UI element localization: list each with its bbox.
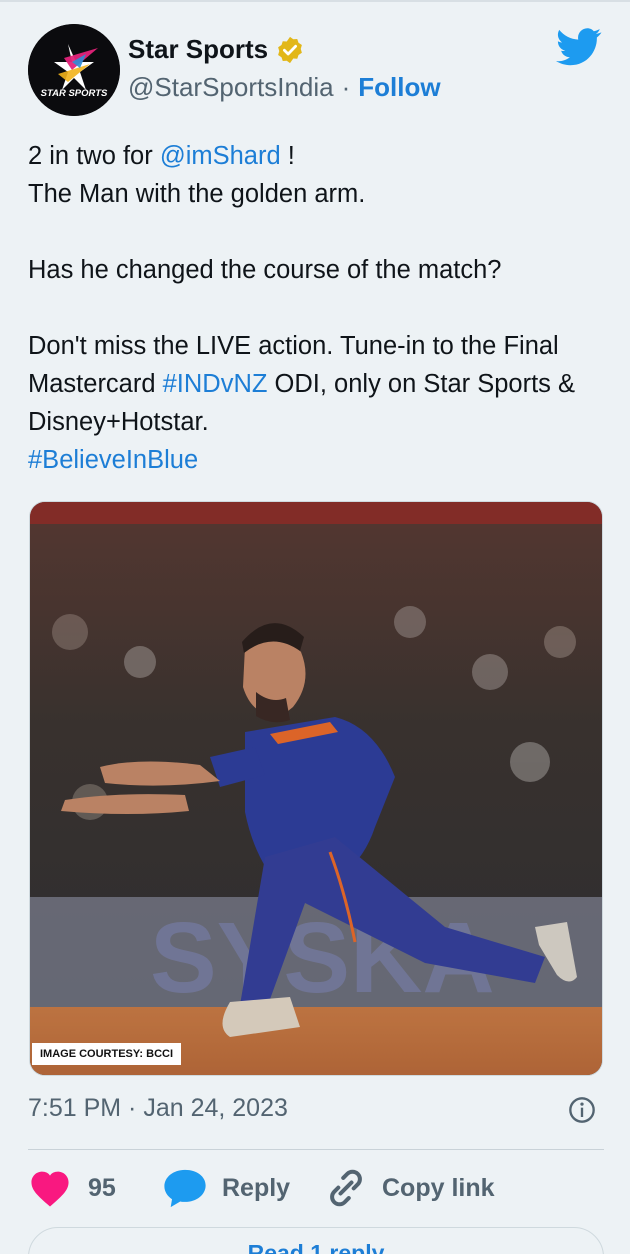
speech-bubble-icon bbox=[164, 1169, 206, 1208]
star-sports-logo-icon: STAR SPORTS bbox=[28, 24, 120, 116]
hashtag-link[interactable]: #BelieveInBlue bbox=[28, 446, 198, 474]
svg-text:STAR SPORTS: STAR SPORTS bbox=[41, 88, 108, 99]
tweet-line-4: Don't miss the LIVE action. Tune-in to t… bbox=[28, 327, 618, 441]
tweet-photo[interactable]: SYSKA IMAGE COURTESY: BCCI bbox=[29, 501, 603, 1076]
tweet-line-1: 2 in two for @imShard ! bbox=[28, 137, 618, 175]
tweet-timestamp[interactable]: 7:51 PM · Jan 24, 2023 bbox=[28, 1094, 288, 1122]
link-icon bbox=[330, 1169, 362, 1207]
read-reply-button[interactable]: Read 1 reply bbox=[28, 1227, 604, 1254]
like-count: 95 bbox=[88, 1173, 116, 1202]
follow-button[interactable]: Follow bbox=[358, 72, 440, 103]
tweet-card: STAR SPORTS Star Sports @StarSportsIndia… bbox=[0, 0, 630, 1254]
reply-label: Reply bbox=[222, 1173, 291, 1202]
tweet-line-5: #BelieveInBlue bbox=[28, 441, 618, 479]
action-bar: 95 Reply Copy link bbox=[28, 1166, 604, 1210]
separator-dot: · bbox=[341, 72, 351, 102]
image-courtesy-label: IMAGE COURTESY: BCCI bbox=[32, 1043, 182, 1065]
cricket-photo-image: SYSKA bbox=[30, 502, 602, 1075]
info-icon[interactable] bbox=[568, 1096, 596, 1124]
verified-badge-icon bbox=[278, 36, 303, 63]
timestamp-row: 7:51 PM · Jan 24, 2023 bbox=[28, 1094, 602, 1128]
avatar[interactable]: STAR SPORTS bbox=[28, 24, 120, 116]
tweet-header: STAR SPORTS Star Sports @StarSportsIndia… bbox=[28, 24, 608, 116]
card-border bbox=[0, 0, 630, 2]
tweet-text: 2 in two for @imShard ! The Man with the… bbox=[28, 137, 618, 479]
name-row: Star Sports bbox=[128, 34, 305, 65]
copy-link-label: Copy link bbox=[382, 1173, 495, 1202]
reply-button[interactable]: Reply bbox=[162, 1166, 290, 1210]
tweet-line-2: The Man with the golden arm. bbox=[28, 180, 366, 208]
display-name[interactable]: Star Sports bbox=[128, 34, 268, 65]
heart-icon bbox=[31, 1171, 69, 1207]
copy-link-button[interactable]: Copy link bbox=[324, 1166, 495, 1210]
mention-link[interactable]: @imShard bbox=[160, 142, 281, 170]
twitter-bird-icon[interactable] bbox=[556, 28, 602, 66]
handle[interactable]: @StarSportsIndia bbox=[128, 72, 334, 103]
hashtag-link[interactable]: #INDvNZ bbox=[163, 370, 268, 398]
like-button[interactable]: 95 bbox=[28, 1166, 116, 1210]
handle-row: @StarSportsIndia · Follow bbox=[128, 72, 441, 103]
tweet-line-3: Has he changed the course of the match? bbox=[28, 256, 502, 284]
tweet-text-segment: ! bbox=[280, 142, 295, 170]
tweet-text-segment: 2 in two for bbox=[28, 142, 160, 170]
divider bbox=[28, 1149, 604, 1150]
